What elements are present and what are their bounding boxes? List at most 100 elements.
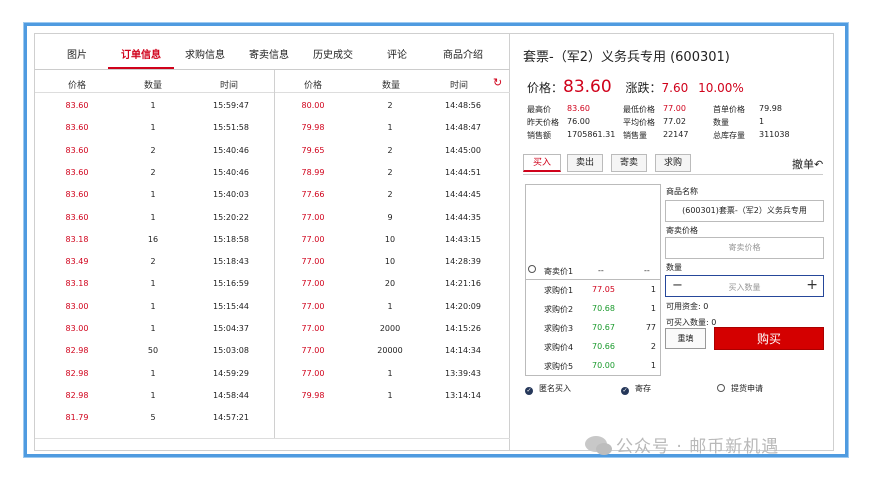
order-price: 83.49 <box>65 257 89 267</box>
tab-request[interactable]: 求购 <box>655 154 691 172</box>
bid-label: 求购价5 <box>544 362 574 371</box>
order-time: 14:43:15 <box>445 234 481 244</box>
order-time: 15:20:22 <box>213 212 249 222</box>
order-time: 15:15:44 <box>213 301 249 311</box>
bid-price: 70.00 <box>592 361 615 370</box>
order-price: 83.18 <box>65 234 89 244</box>
deposit-checkbox[interactable]: ✓ 寄存 <box>621 383 651 395</box>
order-qty: 1 <box>150 101 156 110</box>
tab-consignment[interactable]: 寄卖信息 <box>241 46 297 61</box>
stat-label: 数量 <box>713 118 729 127</box>
quantity-stepper[interactable]: − 买入数量 + <box>665 275 824 297</box>
order-price: 83.18 <box>65 279 89 289</box>
price-change-pct: 10.00% <box>698 81 744 95</box>
quantity-input[interactable]: 买入数量 <box>666 282 823 293</box>
order-price: 83.60 <box>65 101 89 110</box>
check-icon: ✓ <box>621 387 629 395</box>
order-book: 寄卖价1 -- -- 求购价1 77.05 1 求购价2 70.68 1 求购价3 70.67… <box>525 184 661 376</box>
tab-images[interactable]: 图片 <box>57 46 97 61</box>
col-header-time: 时间 <box>449 81 468 91</box>
tab-sell[interactable]: 卖出 <box>567 154 603 172</box>
consign-price-label: 寄卖价格 <box>666 226 698 235</box>
stat-label: 昨天价格 <box>527 118 559 127</box>
order-time: 14:57:21 <box>213 413 249 423</box>
anonymous-buy-checkbox[interactable]: ✓ 匿名买入 <box>525 383 571 395</box>
tab-consign[interactable]: 寄卖 <box>611 154 647 172</box>
available-funds: 可用资金: 0 <box>666 302 709 311</box>
order-time: 13:39:43 <box>445 368 481 378</box>
cancel-order-button[interactable]: 撤单↶ <box>792 156 823 172</box>
bid-qty: 1 <box>650 304 656 313</box>
bid-qty: 77 <box>645 323 656 332</box>
radio-icon <box>717 384 725 392</box>
order-price: 81.79 <box>65 413 89 423</box>
col-header-price: 价格 <box>67 81 86 91</box>
order-price: 80.00 <box>301 101 325 110</box>
reset-button[interactable]: 重填 <box>665 328 706 349</box>
bid-label: 求购价2 <box>544 305 574 314</box>
refresh-icon[interactable]: ↻ <box>493 76 502 89</box>
plus-icon[interactable]: + <box>806 277 818 293</box>
deposit-label: 寄存 <box>635 384 651 393</box>
order-time: 13:14:14 <box>445 390 481 400</box>
current-price: 83.60 <box>563 77 612 97</box>
order-time: 15:03:08 <box>213 346 249 356</box>
order-price: 77.00 <box>301 212 325 222</box>
ask-label: 寄卖价1 <box>544 267 574 276</box>
order-time: 15:40:03 <box>213 190 249 200</box>
order-time: 14:14:34 <box>445 346 481 356</box>
order-price: 83.60 <box>65 167 89 177</box>
col-header-qty: 数量 <box>381 81 400 91</box>
bid-qty: 2 <box>650 342 656 351</box>
order-qty: 1 <box>150 123 156 133</box>
order-qty: 50 <box>147 346 159 356</box>
pickup-request-radio[interactable]: 提货申请 <box>717 383 763 394</box>
order-price: 83.60 <box>65 145 89 155</box>
consign-price-input[interactable]: 寄卖价格 <box>665 237 824 259</box>
ask-radio[interactable] <box>528 265 542 274</box>
order-time: 15:51:58 <box>213 123 249 133</box>
wechat-icon <box>596 443 612 455</box>
bid-price: 70.67 <box>592 323 615 332</box>
product-panel: 套票-（军2）义务兵专用 (600301) 价格：83.60 涨跌：7.60 1… <box>511 34 835 450</box>
radio-icon <box>528 265 536 273</box>
order-time: 15:40:46 <box>213 167 249 177</box>
bid-label: 求购价1 <box>544 286 574 295</box>
tab-history[interactable]: 历史成交 <box>305 46 361 61</box>
tab-order-info[interactable]: 订单信息 <box>113 46 169 61</box>
order-time: 15:16:59 <box>213 279 249 289</box>
order-time: 14:28:39 <box>445 257 481 267</box>
order-time: 15:04:37 <box>213 324 249 333</box>
stat-value: 77.02 <box>663 117 686 126</box>
order-qty: 20000 <box>377 346 403 356</box>
order-price: 83.00 <box>65 324 89 333</box>
order-price: 77.00 <box>301 346 325 356</box>
price-line: 价格：83.60 涨跌：7.60 10.00% <box>527 77 744 97</box>
bid-qty: 1 <box>650 361 656 370</box>
order-qty: 20 <box>384 279 396 289</box>
book-divider <box>526 279 660 280</box>
order-price: 83.60 <box>65 190 89 200</box>
header-divider <box>35 92 510 93</box>
order-qty: 9 <box>387 212 393 222</box>
order-price: 83.60 <box>65 123 89 133</box>
order-panel: 图片 订单信息 求购信息 寄卖信息 历史成交 评论 商品介绍 价格 数量 时间 … <box>35 34 510 450</box>
order-time: 14:44:35 <box>445 212 481 222</box>
tab-product-intro[interactable]: 商品介绍 <box>435 46 491 61</box>
tab-comments[interactable]: 评论 <box>377 46 417 61</box>
order-qty: 5 <box>150 413 156 423</box>
tab-buy[interactable]: 买入 <box>523 154 561 172</box>
tab-buy-requests[interactable]: 求购信息 <box>177 46 233 61</box>
buy-button[interactable]: 购买 <box>714 327 824 350</box>
order-qty: 1 <box>150 368 156 378</box>
order-time: 14:15:26 <box>445 324 481 333</box>
trading-panel: 图片 订单信息 求购信息 寄卖信息 历史成交 评论 商品介绍 价格 数量 时间 … <box>34 33 834 451</box>
order-time: 15:40:46 <box>213 145 249 155</box>
order-price: 79.98 <box>301 123 325 133</box>
product-name-field: (600301)套票-（军2）义务兵专用 <box>665 200 824 222</box>
order-time: 15:18:58 <box>213 234 249 244</box>
check-icon: ✓ <box>525 387 533 395</box>
undo-icon: ↶ <box>814 158 824 171</box>
order-price: 83.00 <box>65 301 89 311</box>
order-time: 14:21:16 <box>445 279 481 289</box>
